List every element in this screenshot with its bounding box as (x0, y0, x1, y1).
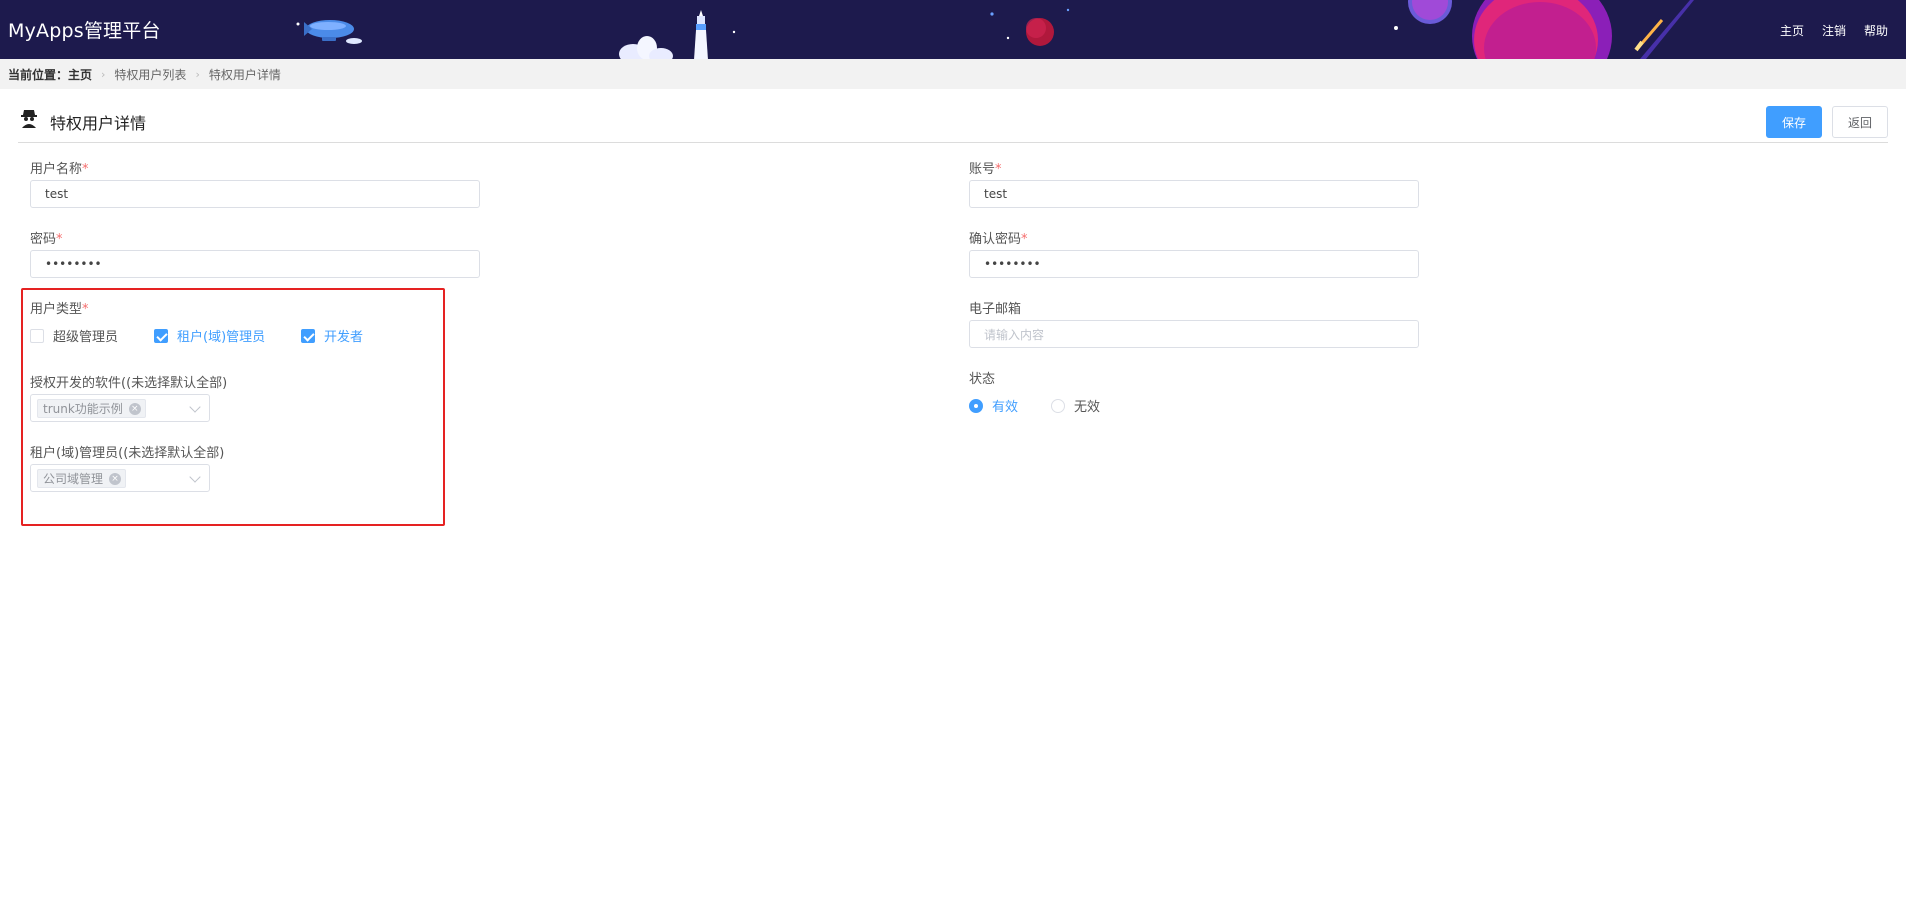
password-input[interactable]: •••••••• (30, 250, 480, 278)
planet-illustration (1394, 0, 1694, 59)
tenant-tag: 公司域管理 × (37, 469, 127, 488)
checkbox-label: 超级管理员 (53, 330, 119, 345)
account-label: 账号* (969, 162, 1002, 177)
email-label: 电子邮箱 (969, 302, 1022, 317)
checkbox-icon (30, 328, 44, 343)
checkbox-label: 开发者 (324, 330, 364, 345)
chevron-down-icon (189, 471, 201, 483)
lighthouse-illustration (694, 10, 708, 59)
save-button[interactable]: 保存 (1766, 106, 1822, 138)
authorized-software-label: 授权开发的软件((未选择默认全部) (30, 376, 228, 391)
blimp-illustration (296, 20, 362, 44)
radio-selected-icon (969, 398, 983, 413)
confirm-password-input[interactable]: •••••••• (969, 250, 1419, 278)
radio-label: 有效 (992, 400, 1019, 415)
tenant-admin-select[interactable]: 公司域管理 × (30, 464, 210, 492)
chevron-right-icon: › (101, 67, 106, 81)
top-header: MyApps管理平台 主页 注销 帮助 (0, 0, 1906, 59)
radio-invalid[interactable]: 无效 (1051, 396, 1100, 415)
checkbox-tenant-admin[interactable]: 租户(域)管理员 (154, 326, 265, 345)
clouds-illustration (619, 36, 673, 59)
back-button[interactable]: 返回 (1832, 106, 1888, 138)
chevron-right-icon: › (195, 67, 200, 81)
close-icon[interactable]: × (128, 402, 141, 415)
page-title: 特权用户详情 (50, 114, 147, 133)
nav-logout-link[interactable]: 注销 (1822, 22, 1846, 39)
confirm-password-label: 确认密码* (969, 232, 1028, 247)
breadcrumb-privileged-user-list[interactable]: 特权用户列表 (114, 66, 186, 83)
checkbox-checked-icon (301, 328, 315, 343)
stars-illustration (732, 8, 1070, 46)
tenant-admin-label: 租户(域)管理员((未选择默认全部) (30, 446, 225, 461)
breadcrumb: 当前位置：主页 › 特权用户列表 › 特权用户详情 (0, 59, 1906, 89)
checkbox-super-admin[interactable]: 超级管理员 (30, 326, 118, 345)
email-input[interactable]: 请输入内容 (969, 320, 1419, 348)
radio-icon (1051, 398, 1065, 413)
checkbox-label: 租户(域)管理员 (177, 330, 266, 345)
close-icon[interactable]: × (109, 472, 122, 485)
authorized-software-select[interactable]: trunk功能示例 × (30, 394, 210, 422)
chevron-down-icon (189, 401, 201, 413)
radio-valid[interactable]: 有效 (969, 396, 1018, 415)
tag-label: trunk功能示例 (43, 402, 123, 416)
status-label: 状态 (969, 372, 996, 387)
password-label: 密码* (30, 232, 63, 247)
tag-label: 公司域管理 (43, 472, 104, 486)
account-input[interactable]: test (969, 180, 1419, 208)
breadcrumb-home[interactable]: 当前位置：主页 (8, 66, 92, 83)
app-title: MyApps管理平台 (8, 20, 161, 42)
checkbox-developer[interactable]: 开发者 (301, 326, 363, 345)
software-tag: trunk功能示例 × (37, 399, 146, 418)
radio-label: 无效 (1074, 400, 1101, 415)
nav-help-link[interactable]: 帮助 (1864, 22, 1888, 39)
user-type-label: 用户类型* (30, 302, 89, 317)
spy-user-icon (21, 110, 37, 128)
top-nav: 主页 注销 帮助 (1780, 22, 1906, 39)
breadcrumb-privileged-user-detail: 特权用户详情 (208, 67, 281, 82)
username-input[interactable]: test (30, 180, 480, 208)
nav-home-link[interactable]: 主页 (1780, 22, 1804, 39)
username-label: 用户名称* (30, 162, 89, 177)
checkbox-checked-icon (154, 328, 168, 343)
page-header: 特权用户详情 保存 返回 (18, 100, 1888, 143)
